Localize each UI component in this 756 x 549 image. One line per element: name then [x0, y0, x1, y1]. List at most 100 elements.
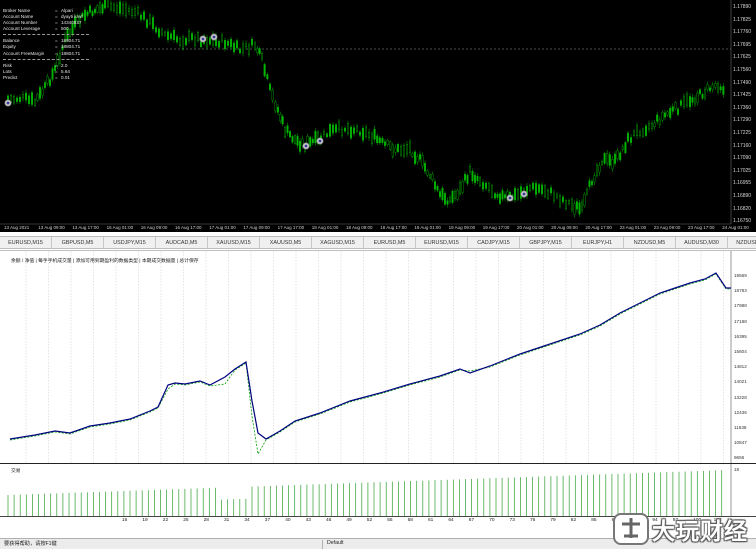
account-row-value: 500 — [61, 26, 69, 32]
price-tick-label: 1.17160 — [733, 142, 752, 149]
trade-number-label: 58 — [407, 518, 413, 523]
equity-tick-label: 11638 — [734, 425, 747, 430]
account-risk: Risk = 2.0 Lots = 5.64 Predict = 0.01 — [3, 63, 89, 81]
trade-marker-dot — [212, 35, 216, 39]
equity-tick-label: 17988 — [734, 303, 747, 309]
trade-number-label: 34 — [244, 518, 250, 523]
equity-tick-label: 9656 — [734, 455, 745, 461]
balance-line — [9, 272, 731, 440]
trade-marker-dot — [318, 139, 322, 143]
equity-tick-label: 12436 — [734, 409, 747, 415]
trade-number-label: 55 — [387, 518, 393, 523]
price-tick-label: 1.16890 — [733, 193, 752, 199]
symbol-tab[interactable]: CADJPY,M15 — [468, 237, 520, 248]
symbol-tab[interactable]: USDJPY,M15 — [104, 237, 156, 248]
trade-marker-dot — [522, 192, 526, 196]
equity-tick-label: 13228 — [734, 394, 747, 400]
account-details: Broker Name = Alpari Account Name = dyayti kr… — [3, 8, 89, 32]
trade-number-label: 37 — [264, 518, 271, 523]
price-chart[interactable]: Broker Name = Alpari Account Name = dyayti kr… — [0, 0, 756, 232]
date-tick-label: 19 Aug 17:00 — [482, 225, 510, 230]
trade-number-label: 16 — [122, 518, 128, 523]
trade-number-label: 61 — [428, 518, 434, 523]
trade-number-label: 85 — [591, 518, 597, 523]
trade-marker-dot — [6, 101, 10, 105]
date-tick-label: 18 Aug 09:00 — [346, 225, 373, 230]
symbol-tab[interactable]: GBPUSD,M5 — [52, 237, 104, 248]
symbol-tab[interactable]: GBPJPY,M15 — [520, 237, 572, 248]
date-tick-label: 19 Aug 01:00 — [414, 225, 441, 230]
date-tick-label: 24 Aug 01:00 — [722, 225, 749, 230]
trade-number-label: 40 — [285, 518, 291, 523]
symbol-tab[interactable]: XAUUSD,M5 — [260, 237, 312, 248]
price-tick-label: 1.16820 — [733, 205, 752, 212]
price-tick-label: 1.17225 — [733, 130, 752, 136]
volume-max-label: 18 — [734, 467, 740, 472]
symbol-tab[interactable]: XAGUSD,M15 — [312, 237, 364, 248]
symbol-tab[interactable]: EURUSD,M5 — [364, 237, 416, 248]
equity-tick-label: 10847 — [734, 440, 747, 446]
price-tick-label: 1.17290 — [733, 117, 752, 124]
account-divider — [3, 57, 89, 60]
symbol-tab[interactable]: NZDUSD,M15 — [728, 237, 756, 248]
trade-number-label: 82 — [570, 518, 577, 523]
symbol-tab[interactable]: NZDUSD,M5 — [624, 237, 676, 248]
equity-lines-svg — [9, 251, 732, 464]
mt4-terminal-window: Broker Name = Alpari Account Name = dyayti kr… — [0, 0, 756, 549]
date-tick-label: 17 Aug 17:00 — [277, 225, 305, 230]
trade-number-label: 25 — [183, 518, 189, 523]
status-profile[interactable]: Default — [322, 540, 343, 549]
price-tick-label: 1.17090 — [733, 155, 752, 162]
date-tick-label: 23 Aug 09:00 — [653, 225, 681, 230]
price-candles — [6, 0, 725, 218]
status-help-text: 要获得帮助，请按F1键 — [4, 541, 57, 547]
symbol-tab[interactable]: EURUSD,M15 — [0, 237, 52, 248]
trade-number-label: 64 — [448, 518, 454, 523]
symbol-tab[interactable]: AUDCAD,M5 — [156, 237, 208, 248]
account-row-value: 0.01 — [61, 74, 70, 80]
price-tick-label: 1.17890 — [733, 4, 752, 10]
price-tick-label: 1.17625 — [733, 54, 752, 61]
date-tick-label: 16 Aug 17:00 — [175, 225, 202, 230]
date-tick-label: 20 Aug 17:00 — [585, 225, 612, 230]
date-tick-label: 13 Aug 2021 — [4, 225, 30, 230]
account-info-panel: Broker Name = Alpari Account Name = dyayti kr… — [3, 8, 89, 81]
date-tick-label: 13 Aug 09:00 — [38, 225, 65, 230]
equity-tick-label: 14812 — [734, 364, 747, 370]
trade-marker-dot — [304, 144, 308, 148]
equity-tick-label: 17188 — [734, 318, 747, 324]
volume-label: 交易 — [11, 469, 21, 474]
date-tick-label: 17 Aug 09:00 — [243, 225, 270, 230]
symbol-tab-bar: EURUSD,M15 GBPUSD,M5 USDJPY,M15 AUDCAD,M5 XA… — [0, 236, 756, 249]
trade-number-label: 43 — [305, 518, 311, 523]
watermark-logo: 大玩财经 — [612, 506, 756, 549]
trade-number-label: 31 — [224, 518, 230, 523]
price-tick-label: 1.17360 — [733, 104, 752, 111]
price-tick-label: 1.17760 — [733, 29, 752, 36]
date-tick-label: 23 Aug 17:00 — [688, 225, 715, 230]
account-money: Balance = 18804.71 Equity = 18804.71 Account F… — [3, 38, 89, 56]
price-tick-label: 1.17560 — [733, 67, 752, 73]
trade-marker-dot — [508, 196, 512, 200]
trade-number-label: 46 — [326, 518, 332, 523]
equity-tick-label: 14021 — [734, 379, 747, 385]
trade-number-label: 79 — [550, 518, 556, 523]
date-tick-label: 13 Aug 17:00 — [72, 225, 99, 230]
symbol-tab[interactable]: EURUSD,M15 — [416, 237, 468, 248]
trade-number-label: 73 — [509, 518, 515, 523]
symbol-tab[interactable]: XAUUSD,M15 — [208, 237, 260, 248]
equity-line — [9, 273, 731, 456]
trade-number-label: 28 — [203, 518, 209, 523]
trade-number-label: 67 — [468, 518, 475, 523]
trade-number-label: 19 — [142, 518, 148, 523]
trade-number-label: 76 — [530, 518, 536, 523]
trade-number-label: 49 — [346, 518, 352, 523]
account-row-label: Account FreeMargin — [3, 50, 45, 56]
account-row-label: Account Leverage — [3, 26, 41, 32]
symbol-tab[interactable]: AUDUSD,M30 — [676, 237, 728, 248]
account-row-value: 18804.71 — [61, 50, 81, 56]
price-tick-label: 1.16750 — [733, 218, 752, 225]
trade-number-label: 52 — [366, 518, 373, 523]
symbol-tab[interactable]: EURJPY,H1 — [572, 237, 624, 248]
price-tick-label: 1.17490 — [733, 79, 752, 86]
